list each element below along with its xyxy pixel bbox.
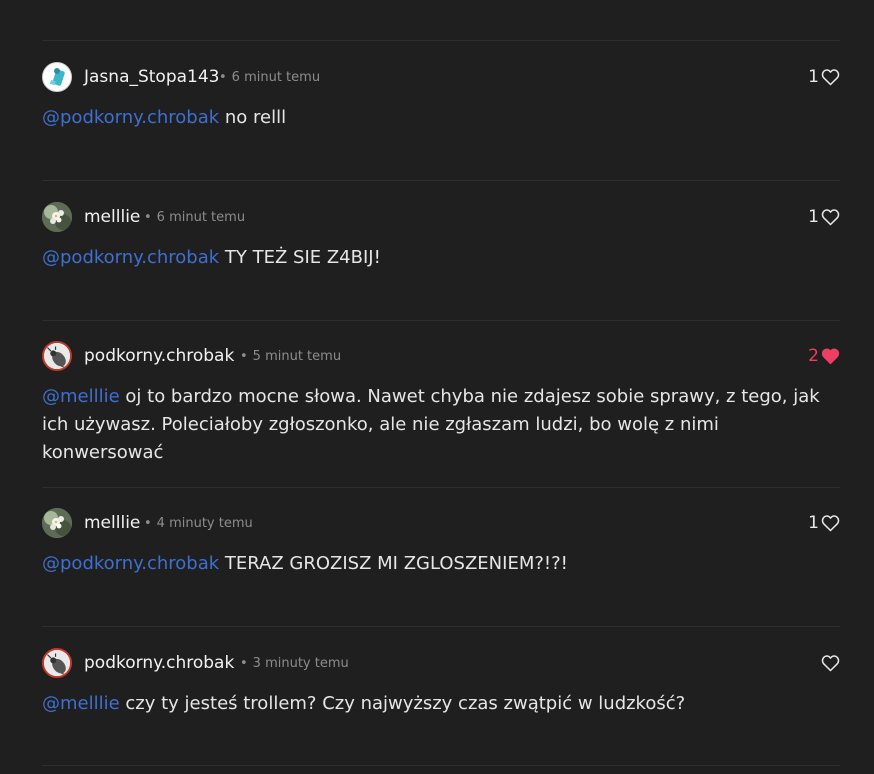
comment-header: podkorny.chrobak • 5 minut temu 2 — [42, 341, 840, 371]
comment-timestamp: • 5 minut temu — [240, 349, 341, 364]
like-count: 1 — [808, 513, 819, 533]
like-button[interactable]: 2 — [808, 345, 840, 367]
avatar[interactable] — [42, 648, 72, 678]
like-button[interactable]: 1 — [808, 66, 840, 88]
time-text: 5 minut temu — [252, 349, 342, 364]
beetle-avatar-icon — [44, 343, 70, 369]
comment-header: melllie • 6 minut temu 1 — [42, 202, 840, 232]
comment-header: Jasna_Stopa143 • 6 minut temu 1 — [42, 62, 840, 92]
flower-photo-avatar-icon — [42, 202, 72, 232]
mention-link[interactable]: @podkorny.chrobak — [42, 553, 219, 574]
heart-filled-icon — [821, 348, 840, 365]
like-button[interactable]: 1 — [808, 512, 840, 534]
beetle-avatar-icon — [44, 650, 70, 676]
time-text: 3 minuty temu — [252, 656, 349, 671]
separator-dot: • — [219, 70, 227, 85]
divider — [42, 487, 840, 488]
comment-author[interactable]: podkorny.chrobak — [84, 653, 234, 673]
separator-dot: • — [144, 210, 152, 225]
mention-link[interactable]: @melllie — [42, 693, 120, 714]
separator-dot: • — [144, 516, 152, 531]
like-button[interactable]: 1 — [808, 206, 840, 228]
comment-item: podkorny.chrobak • 5 minut temu 2 @mellli… — [42, 341, 840, 467]
comment-message: czy ty jesteś trollem? Czy najwyższy cza… — [119, 693, 686, 714]
like-button[interactable] — [819, 652, 840, 674]
comment-item: podkorny.chrobak • 3 minuty temu @melllie… — [42, 648, 840, 718]
time-text: 6 minut temu — [231, 70, 321, 85]
comment-message: TERAZ GROZISZ MI ZGLOSZENIEM?!?! — [219, 553, 568, 574]
comment-author[interactable]: podkorny.chrobak — [84, 346, 234, 366]
like-count: 1 — [808, 207, 819, 227]
divider — [42, 320, 840, 321]
separator-dot: • — [240, 656, 248, 671]
comment-item: melllie • 4 minuty temu 1 @podkorny.chrob… — [42, 508, 840, 578]
divider — [42, 180, 840, 181]
divider — [42, 765, 840, 766]
mention-link[interactable]: @podkorny.chrobak — [42, 107, 219, 128]
flower-photo-avatar-icon — [42, 508, 72, 538]
avatar[interactable] — [42, 341, 72, 371]
time-text: 4 minuty temu — [156, 516, 253, 531]
heart-outline-icon — [821, 655, 840, 672]
comment-header: podkorny.chrobak • 3 minuty temu — [42, 648, 840, 678]
comment-feed: Jasna_Stopa143 • 6 minut temu 1 @podkorny… — [0, 0, 874, 774]
comment-header: melllie • 4 minuty temu 1 — [42, 508, 840, 538]
separator-dot: • — [240, 349, 248, 364]
comment-message: TY TEŻ SIE Z4BIJ! — [219, 247, 381, 268]
mention-link[interactable]: @melllie — [42, 386, 120, 407]
divider — [42, 40, 840, 41]
comment-timestamp: • 6 minut temu — [144, 210, 245, 225]
comment-text: @podkorny.chrobak TY TEŻ SIE Z4BIJ! — [42, 244, 842, 272]
comment-author[interactable]: melllie — [84, 207, 140, 227]
heart-outline-icon — [821, 69, 840, 86]
comment-timestamp: • 3 minuty temu — [240, 656, 349, 671]
comment-text: @podkorny.chrobak no relll — [42, 104, 842, 132]
comment-item: Jasna_Stopa143 • 6 minut temu 1 @podkorny… — [42, 62, 840, 132]
comment-item: melllie • 6 minut temu 1 @podkorny.chroba… — [42, 202, 840, 272]
comment-text: @melllie czy ty jesteś trollem? Czy najw… — [42, 690, 842, 718]
avatar[interactable] — [42, 202, 72, 232]
heart-outline-icon — [821, 209, 840, 226]
mention-link[interactable]: @podkorny.chrobak — [42, 247, 219, 268]
comment-text: @melllie oj to bardzo mocne słowa. Nawet… — [42, 383, 842, 467]
comment-timestamp: • 6 minut temu — [219, 70, 320, 85]
comment-timestamp: • 4 minuty temu — [144, 516, 253, 531]
comment-message: oj to bardzo mocne słowa. Nawet chyba ni… — [42, 386, 820, 463]
like-count: 2 — [808, 346, 819, 366]
avatar[interactable] — [42, 508, 72, 538]
heart-outline-icon — [821, 515, 840, 532]
comment-author[interactable]: melllie — [84, 513, 140, 533]
divider — [42, 626, 840, 627]
like-count: 1 — [808, 67, 819, 87]
time-text: 6 minut temu — [156, 210, 246, 225]
avatar[interactable] — [42, 62, 72, 92]
comment-author[interactable]: Jasna_Stopa143 — [84, 67, 220, 87]
comment-text: @podkorny.chrobak TERAZ GROZISZ MI ZGLOS… — [42, 550, 842, 578]
comment-message: no relll — [219, 107, 287, 128]
blue-figure-avatar-icon — [49, 68, 65, 86]
